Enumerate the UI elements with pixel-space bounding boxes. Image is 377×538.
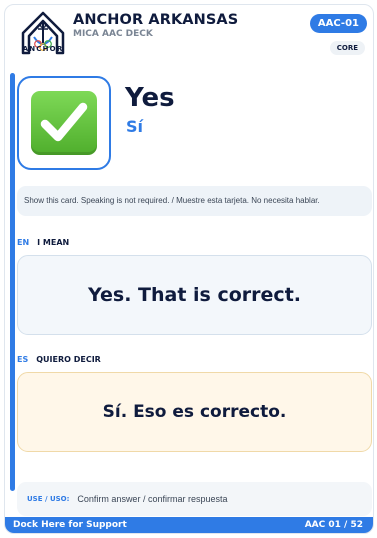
deck-name: MICA AAC DECK — [73, 29, 153, 39]
english-phrase: Yes. That is correct. — [17, 255, 372, 335]
brand-title: ANCHOR ARKANSAS — [73, 12, 239, 28]
category-badge: CORE — [329, 41, 365, 55]
english-code: EN — [17, 238, 30, 247]
logo-text: ANCHOR — [22, 45, 64, 53]
english-heading: EN I MEAN — [17, 238, 69, 250]
aac-card: ANCHOR ANCHOR ARKANSAS MICA AAC DECK AAC… — [4, 4, 374, 534]
word-english: Yes — [125, 83, 175, 113]
spanish-phrase: Sí. Eso es correcto. — [17, 372, 372, 452]
spanish-heading: ES QUIERO DECIR — [17, 355, 101, 367]
check-mark-icon — [31, 91, 97, 155]
card-counter: AAC 01 / 52 — [304, 520, 363, 530]
support-link[interactable]: Dock Here for Support — [13, 520, 127, 530]
side-rail — [10, 73, 15, 491]
usage-label: USE / USO: — [27, 495, 70, 503]
usage-note: USE / USO: Confirm answer / confirmar re… — [17, 482, 372, 516]
word-spanish: Sí — [126, 117, 144, 136]
english-label: I MEAN — [37, 238, 70, 247]
footer-bar: Dock Here for Support AAC 01 / 52 — [5, 517, 373, 533]
instruction-banner: Show this card. Speaking is not required… — [17, 186, 372, 216]
usage-text: Confirm answer / confirmar respuesta — [77, 494, 228, 504]
symbol-frame — [17, 76, 111, 170]
spanish-label: QUIERO DECIR — [36, 355, 101, 364]
card-id-badge: AAC-01 — [309, 14, 367, 33]
spanish-code: ES — [17, 355, 29, 364]
